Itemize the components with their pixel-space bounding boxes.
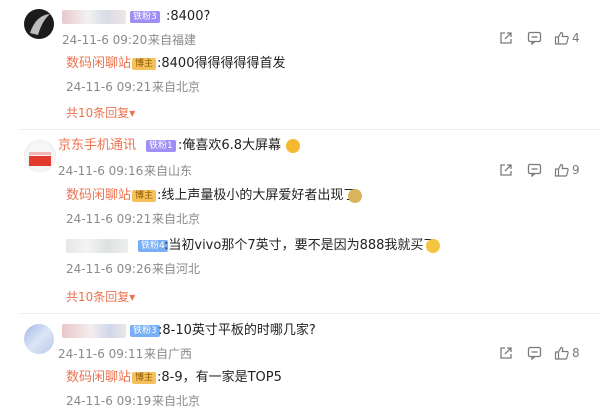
comment-text: :俺喜欢6.8大屏幕 [178, 138, 282, 153]
avatar[interactable] [24, 324, 54, 354]
thumbs-up-icon [554, 163, 569, 177]
comment-icon[interactable] [526, 30, 542, 46]
more-replies-link[interactable]: 共10条回复▾ [66, 290, 135, 304]
comment-actions: 9 [498, 162, 580, 178]
username-blurred[interactable] [62, 10, 126, 24]
reply-time: 24-11-6 09:21 [66, 80, 152, 94]
more-replies-label: 共10条回复 [66, 290, 130, 304]
reply-location: 来自河北 [152, 262, 201, 276]
like-count: 8 [572, 346, 580, 360]
username[interactable]: 京东手机通讯 [58, 138, 136, 154]
like-count: 4 [572, 31, 580, 45]
thumbs-up-icon [554, 346, 569, 360]
comment-actions: 8 [498, 345, 580, 361]
share-icon[interactable] [498, 162, 514, 178]
chevron-down-icon: ▾ [129, 290, 136, 304]
like-button[interactable]: 9 [554, 163, 580, 177]
reply-time: 24-11-6 09:26 [66, 262, 152, 276]
reply-text: :当初vivo那个7英寸，要不是因为888我就买了 [164, 238, 437, 253]
reply-time: 24-11-6 09:21 [66, 212, 152, 226]
reply-text: :8400得得得得得首发 [157, 56, 286, 71]
party-emoji-icon [348, 189, 362, 203]
reply-username[interactable]: 数码闲聊站 [66, 370, 131, 386]
reply-location: 来自北京 [152, 212, 201, 226]
reply-location: 来自北京 [152, 394, 201, 408]
comment-text: :8-10英寸平板的时哪几家? [158, 323, 316, 338]
reply-time: 24-11-6 09:19 [66, 394, 152, 408]
comment-time: 24-11-6 09:11 [58, 347, 144, 361]
reply-username[interactable]: 数码闲聊站 [66, 188, 131, 204]
username-blurred[interactable] [62, 324, 126, 338]
comment-location: 来自山东 [144, 164, 193, 178]
reply-username[interactable]: 数码闲聊站 [66, 56, 131, 72]
fan-level-badge: 铁粉3 [130, 325, 160, 337]
reply-username-blurred[interactable] [66, 239, 128, 253]
laughing-emoji-icon [426, 239, 440, 253]
comment-location: 来自广西 [144, 347, 193, 361]
fan-level-badge: 铁粉3 [130, 11, 160, 23]
comment-icon[interactable] [526, 345, 542, 361]
author-badge: 博主 [132, 372, 157, 384]
comment-icon[interactable] [526, 162, 542, 178]
comment-text: :8400? [166, 9, 211, 24]
comment-time: 24-11-6 09:20 [62, 33, 148, 47]
like-button[interactable]: 8 [554, 346, 580, 360]
fan-level-badge: 铁粉1 [146, 140, 176, 152]
like-button[interactable]: 4 [554, 31, 580, 45]
more-replies-label: 共10条回复 [66, 106, 130, 120]
author-badge: 博主 [132, 58, 157, 70]
heart-eyes-emoji-icon [286, 139, 300, 153]
reply-location: 来自北京 [152, 80, 201, 94]
comment-location: 来自福建 [148, 33, 197, 47]
chevron-down-icon: ▾ [129, 106, 136, 120]
more-replies-link[interactable]: 共10条回复▾ [66, 106, 135, 120]
like-count: 9 [572, 163, 580, 177]
share-icon[interactable] [498, 345, 514, 361]
reply-text: :线上声量极小的大屏爱好者出现了 [157, 188, 357, 203]
comment-time: 24-11-6 09:16 [58, 164, 144, 178]
thumbs-up-icon [554, 31, 569, 45]
share-icon[interactable] [498, 30, 514, 46]
reply-text: :8-9，有一家是TOP5 [157, 370, 282, 385]
author-badge: 博主 [132, 190, 157, 202]
comment-item: 铁粉3 :8-10英寸平板的时哪几家? 24-11-6 09:11 来自广西 8… [0, 314, 600, 413]
comment-item: 京东手机通讯 铁粉1 :俺喜欢6.8大屏幕 24-11-6 09:16 来自山东… [0, 130, 600, 315]
comment-item: 铁粉3 :8400? 24-11-6 09:20 来自福建 4 数码闲聊站 博主… [0, 0, 600, 130]
comment-actions: 4 [498, 30, 580, 46]
avatar[interactable] [24, 140, 56, 172]
avatar[interactable] [24, 9, 54, 39]
